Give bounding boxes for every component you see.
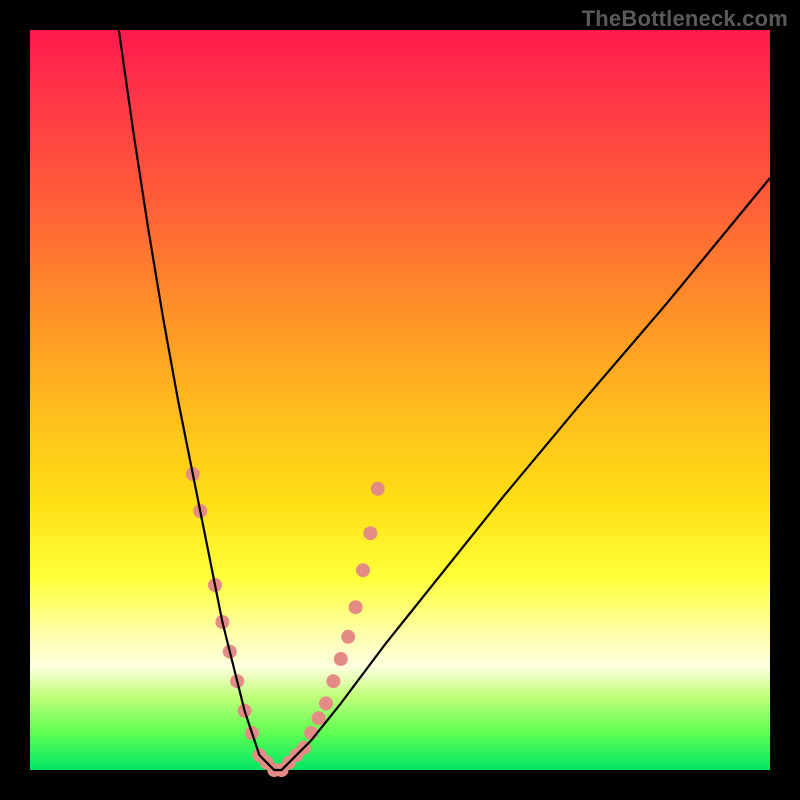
marker-dot — [319, 696, 333, 710]
marker-dot — [312, 711, 326, 725]
plot-area — [30, 30, 770, 770]
marker-dot — [326, 674, 340, 688]
bottleneck-curve — [119, 30, 770, 770]
marker-dot — [349, 600, 363, 614]
chart-stage: TheBottleneck.com — [0, 0, 800, 800]
marker-dot — [371, 482, 385, 496]
marker-dot — [334, 652, 348, 666]
highlight-markers — [186, 467, 385, 777]
chart-svg — [30, 30, 770, 770]
marker-dot — [363, 526, 377, 540]
marker-dot — [341, 630, 355, 644]
marker-dot — [356, 563, 370, 577]
watermark-text: TheBottleneck.com — [582, 6, 788, 32]
